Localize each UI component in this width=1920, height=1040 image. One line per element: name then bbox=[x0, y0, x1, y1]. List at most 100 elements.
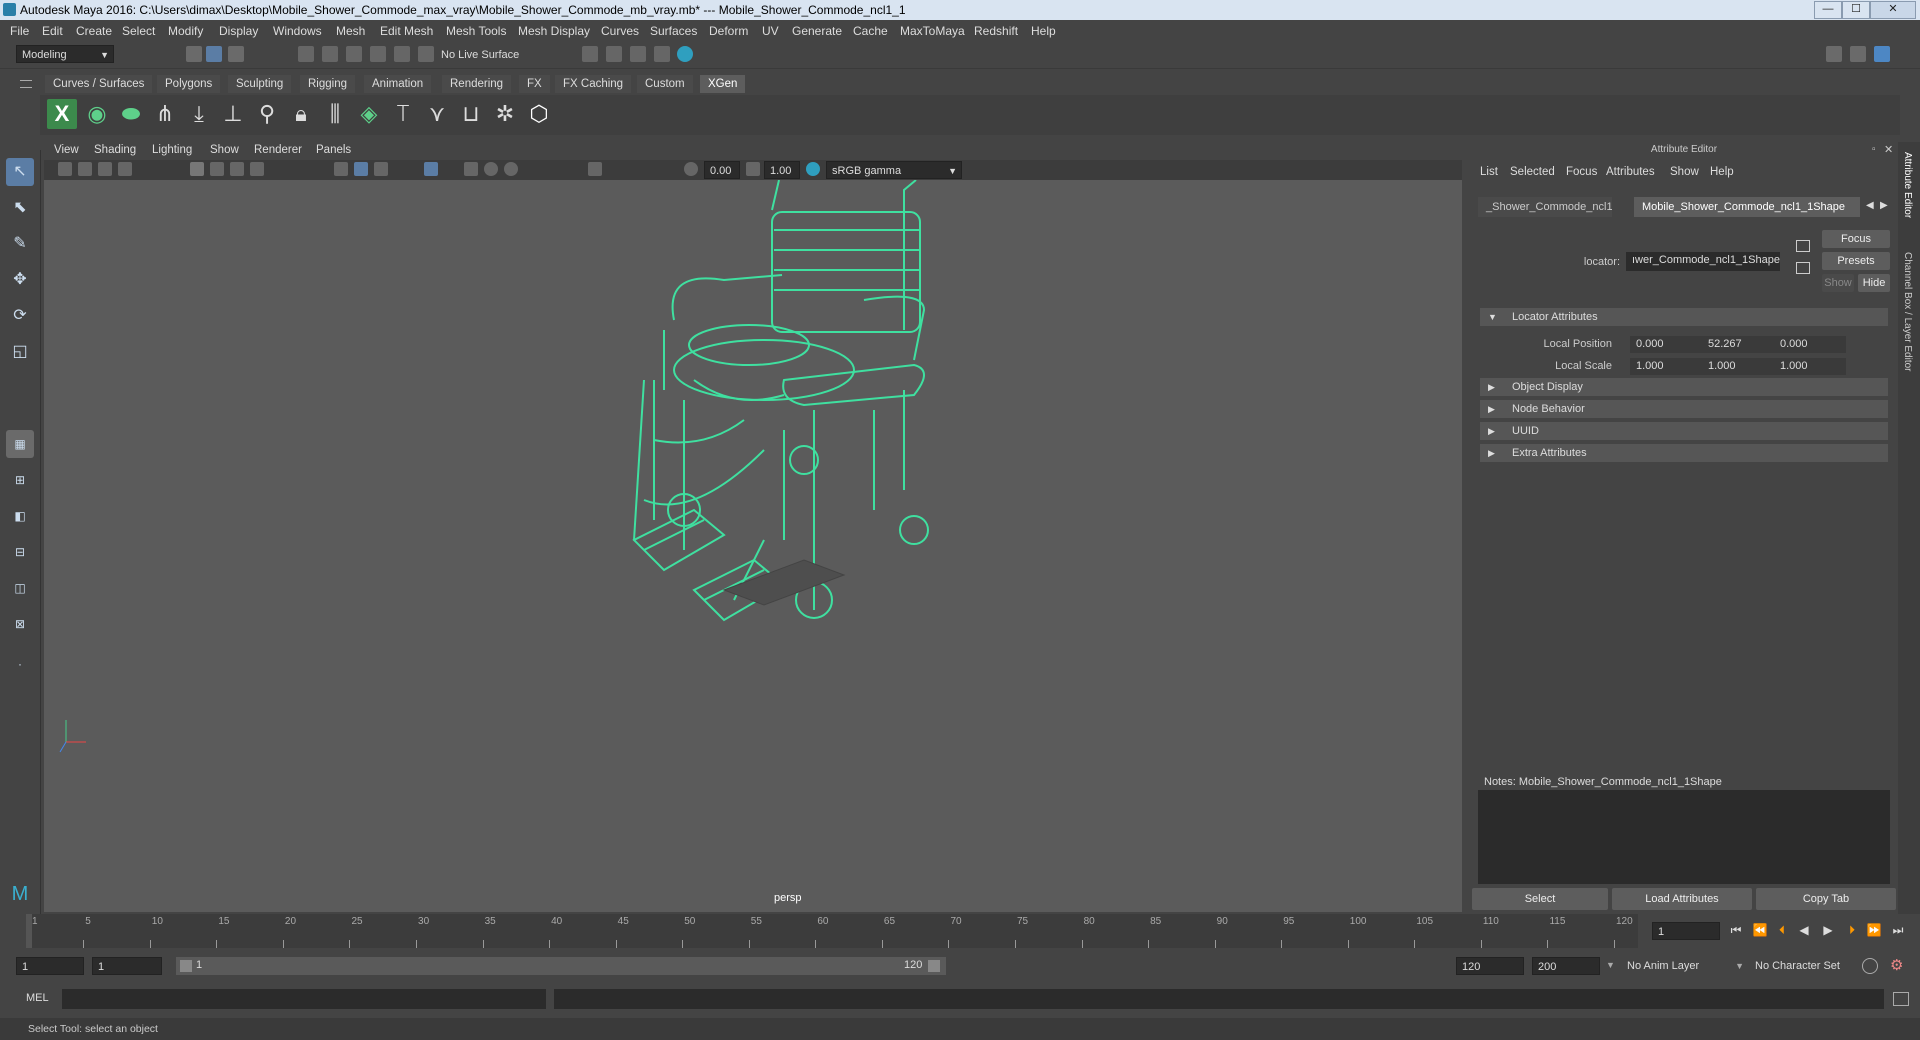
outliner-layout-icon[interactable]: ⊠ bbox=[6, 610, 34, 638]
shower-commode-wireframe[interactable] bbox=[44, 180, 1462, 912]
render-settings-icon[interactable] bbox=[654, 46, 670, 62]
viewport-menu-lighting[interactable]: Lighting bbox=[152, 144, 192, 156]
ae-menu-help[interactable]: Help bbox=[1710, 166, 1734, 178]
resolution-gate-icon[interactable] bbox=[230, 162, 244, 176]
shelf-tab-custom[interactable]: Custom bbox=[637, 75, 693, 93]
maximize-button[interactable]: ☐ bbox=[1842, 1, 1870, 19]
go-to-end-icon[interactable]: ⏭ bbox=[1890, 922, 1906, 938]
attribute-editor-toggle-icon[interactable] bbox=[1850, 46, 1866, 62]
shelf-tab-rigging[interactable]: Rigging bbox=[300, 75, 355, 93]
ambient-occlusion-icon[interactable] bbox=[504, 162, 518, 176]
channel-box-toggle-icon[interactable] bbox=[1874, 46, 1890, 62]
xgen-sculpt-icon[interactable]: ⋎ bbox=[422, 99, 452, 129]
minimize-button[interactable]: — bbox=[1814, 1, 1842, 19]
load-attributes-button[interactable]: Load Attributes bbox=[1612, 888, 1752, 910]
exposure-icon[interactable] bbox=[684, 162, 698, 176]
shelf-tab-fx-caching[interactable]: FX Caching bbox=[555, 75, 632, 93]
play-forwards-icon[interactable]: ▶ bbox=[1820, 922, 1836, 938]
lasso-tool-icon[interactable]: ⬉ bbox=[6, 194, 34, 222]
select-tool-icon[interactable]: ↖ bbox=[6, 158, 34, 186]
snap-point-icon[interactable] bbox=[346, 46, 362, 62]
isolate-select-icon[interactable] bbox=[588, 162, 602, 176]
camera-icon[interactable] bbox=[58, 162, 72, 176]
xgen-add-guide-icon[interactable]: ⤓ bbox=[184, 99, 214, 129]
go-to-input-icon[interactable] bbox=[1796, 240, 1810, 252]
show-button[interactable]: Show bbox=[1822, 274, 1854, 292]
menu-mesh-display[interactable]: Mesh Display bbox=[518, 24, 590, 38]
perspective-viewport[interactable]: persp bbox=[44, 180, 1462, 912]
float-panel-icon[interactable]: ▫ bbox=[1872, 144, 1876, 155]
snap-curve-icon[interactable] bbox=[322, 46, 338, 62]
xgen-layer-icon[interactable]: ◈ bbox=[354, 99, 384, 129]
ae-tab-transform[interactable]: _Shower_Commode_ncl1_1 bbox=[1478, 197, 1612, 217]
character-set-dropdown[interactable]: No Character Set bbox=[1750, 957, 1866, 975]
menu-create[interactable]: Create bbox=[76, 24, 112, 38]
menu-mesh[interactable]: Mesh bbox=[336, 24, 365, 38]
menu-mesh-tools[interactable]: Mesh Tools bbox=[446, 24, 506, 38]
xgen-length-icon[interactable]: ⊔ bbox=[456, 99, 486, 129]
range-slider-start-handle[interactable] bbox=[180, 960, 192, 972]
xgen-cut-icon[interactable]: ⟙ bbox=[388, 99, 418, 129]
hide-button[interactable]: Hide bbox=[1858, 274, 1890, 292]
wireframe-icon[interactable] bbox=[334, 162, 348, 176]
close-panel-icon[interactable]: ✕ bbox=[1884, 143, 1893, 156]
color-management-icon[interactable] bbox=[806, 162, 820, 176]
local-position-y[interactable]: 52.267 bbox=[1702, 336, 1774, 353]
gamma-field[interactable]: 1.00 bbox=[764, 161, 800, 179]
script-editor-icon[interactable] bbox=[1893, 992, 1909, 1006]
color-space-dropdown[interactable]: sRGB gamma ▼ bbox=[826, 161, 962, 179]
menu-cache[interactable]: Cache bbox=[853, 24, 888, 38]
render-view-icon[interactable] bbox=[582, 46, 598, 62]
menu-surfaces[interactable]: Surfaces bbox=[650, 24, 697, 38]
xray-icon[interactable] bbox=[424, 162, 438, 176]
menu-curves[interactable]: Curves bbox=[601, 24, 639, 38]
xgen-description-icon[interactable]: ⬬ bbox=[116, 99, 146, 129]
modeling-toolkit-icon[interactable] bbox=[1826, 46, 1842, 62]
section-uuid[interactable]: ▶ UUID bbox=[1480, 422, 1888, 440]
local-position-z[interactable]: 0.000 bbox=[1774, 336, 1846, 353]
copy-tab-button[interactable]: Copy Tab bbox=[1756, 888, 1896, 910]
tab-scroll-right-icon[interactable]: ▶ bbox=[1880, 200, 1888, 211]
local-scale-y[interactable]: 1.000 bbox=[1702, 358, 1774, 375]
go-to-output-icon[interactable] bbox=[1796, 262, 1810, 274]
xgen-comb-icon[interactable]: ⫼ bbox=[320, 99, 350, 129]
menu-uv[interactable]: UV bbox=[762, 24, 779, 38]
animation-end-field[interactable]: 200 bbox=[1532, 957, 1600, 975]
gamma-icon[interactable] bbox=[746, 162, 760, 176]
section-node-behavior[interactable]: ▶ Node Behavior bbox=[1480, 400, 1888, 418]
xgen-guide-tool-icon[interactable]: ⊥ bbox=[218, 99, 248, 129]
snap-view-icon[interactable] bbox=[370, 46, 386, 62]
tab-scroll-left-icon[interactable]: ◀ bbox=[1866, 200, 1874, 211]
viewport-menu-panels[interactable]: Panels bbox=[316, 144, 351, 156]
menu-display[interactable]: Display bbox=[219, 24, 258, 38]
snap-surface-icon[interactable] bbox=[394, 46, 410, 62]
section-locator-attributes[interactable]: ▼ Locator Attributes bbox=[1480, 308, 1888, 326]
ae-menu-show[interactable]: Show bbox=[1670, 166, 1699, 178]
hypershade-icon[interactable] bbox=[677, 46, 693, 62]
menu-deform[interactable]: Deform bbox=[709, 24, 748, 38]
chevron-down-icon[interactable]: ▼ bbox=[1606, 960, 1615, 970]
menu-maxtomaya[interactable]: MaxToMaya bbox=[900, 24, 965, 38]
menu-file[interactable]: File bbox=[10, 24, 29, 38]
shelf-tab-curves-surfaces[interactable]: Curves / Surfaces bbox=[45, 75, 153, 93]
persp-outliner-layout-icon[interactable]: ◫ bbox=[6, 574, 34, 602]
channel-box-side-tab[interactable]: Channel Box / Layer Editor bbox=[1902, 252, 1913, 372]
command-input[interactable] bbox=[62, 989, 546, 1009]
shelf-tab-fx[interactable]: FX bbox=[519, 75, 550, 93]
xgen-editor-icon[interactable]: X bbox=[47, 99, 77, 129]
script-language-label[interactable]: MEL bbox=[26, 992, 49, 1004]
preferences-icon[interactable]: ⚙ bbox=[1890, 956, 1903, 974]
play-backwards-icon[interactable]: ◀ bbox=[1796, 922, 1812, 938]
menu-select[interactable]: Select bbox=[122, 24, 155, 38]
close-button[interactable]: ✕ bbox=[1870, 1, 1916, 19]
local-scale-x[interactable]: 1.000 bbox=[1630, 358, 1702, 375]
viewport-menu-shading[interactable]: Shading bbox=[94, 144, 136, 156]
ae-menu-list[interactable]: List bbox=[1480, 166, 1498, 178]
range-slider[interactable]: 1 120 bbox=[176, 957, 946, 975]
xgen-eye-icon[interactable]: ◉ bbox=[82, 99, 112, 129]
current-frame-marker[interactable] bbox=[26, 914, 32, 948]
render-current-icon[interactable] bbox=[606, 46, 622, 62]
animation-start-field[interactable]: 1 bbox=[16, 957, 84, 975]
exposure-field[interactable]: 0.00 bbox=[704, 161, 740, 179]
local-position-x[interactable]: 0.000 bbox=[1630, 336, 1702, 353]
